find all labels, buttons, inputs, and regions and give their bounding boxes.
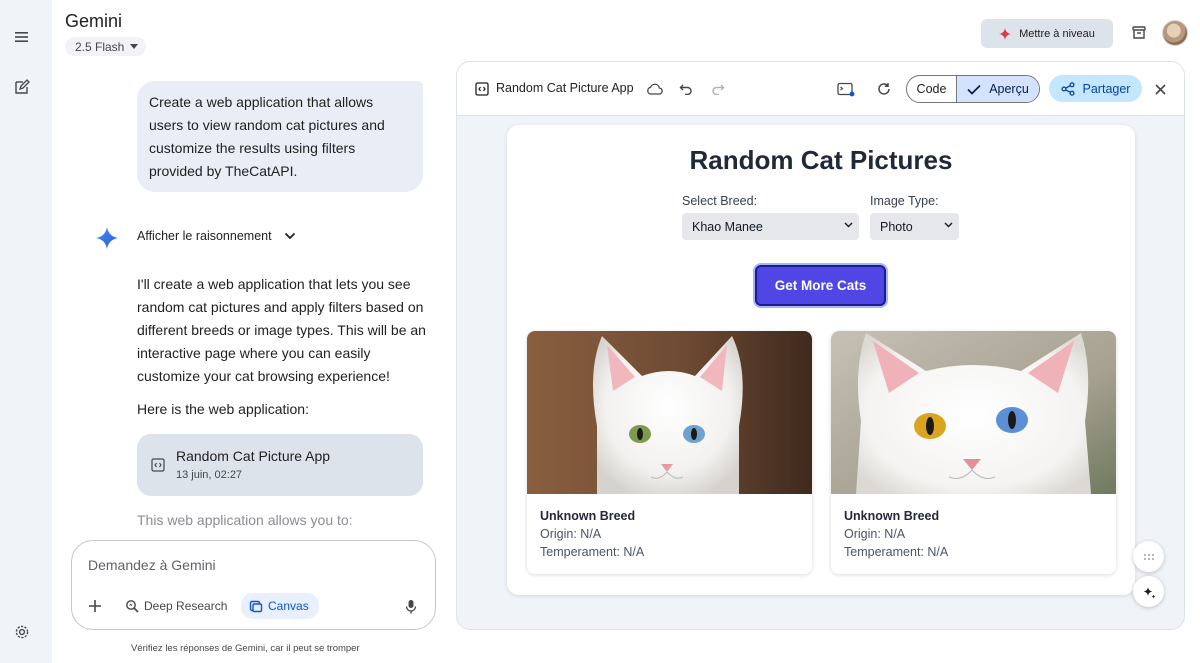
close-icon[interactable]	[1149, 78, 1171, 100]
cat-photo	[831, 331, 1116, 494]
show-reasoning-toggle[interactable]: Afficher le raisonnement	[137, 229, 296, 243]
canvas-toolbar: Random Cat Picture App Code Aperçu Parta…	[457, 62, 1184, 116]
settings-gear-icon[interactable]	[10, 620, 34, 644]
chevron-down-icon	[284, 232, 295, 240]
breed-select[interactable]: Khao Manee	[682, 213, 859, 240]
chevron-down-icon	[944, 222, 953, 228]
canvas-card-timestamp: 13 juin, 02:27	[176, 469, 243, 481]
code-file-icon	[151, 458, 165, 472]
faded-answer-text: This web application allows you to:	[137, 512, 353, 528]
assistant-answer-intro: Here is the web application:	[137, 401, 309, 417]
cat-temperament: Temperament: N/A	[844, 545, 949, 559]
console-icon[interactable]	[835, 78, 857, 100]
drag-handle-icon[interactable]	[1133, 541, 1164, 572]
assistant-answer: I'll create a web application that lets …	[137, 276, 426, 384]
breed-select-value: Khao Manee	[692, 219, 763, 234]
share-icon	[1060, 81, 1075, 96]
cloud-sync-icon[interactable]	[643, 78, 665, 100]
canvas-label: Canvas	[268, 599, 309, 613]
check-icon	[967, 84, 981, 95]
cat-breed-name: Unknown Breed	[540, 509, 636, 523]
app-title: Gemini	[65, 11, 123, 31]
cat-card[interactable]: Unknown Breed Origin: N/A Temperament: N…	[831, 331, 1116, 574]
new-chat-edit-icon[interactable]	[10, 75, 34, 99]
gemini-sparkle-icon	[96, 227, 118, 249]
disclaimer: Vérifiez les réponses de Gemini, car il …	[131, 643, 360, 654]
cat-breed-name: Unknown Breed	[844, 509, 940, 523]
canvas-panel: Random Cat Picture App Code Aperçu Parta…	[456, 61, 1185, 630]
redo-icon[interactable]	[707, 78, 729, 100]
get-more-cats-button[interactable]: Get More Cats	[755, 265, 886, 306]
cat-card[interactable]: Unknown Breed Origin: N/A Temperament: N…	[527, 331, 812, 574]
code-file-icon	[471, 78, 493, 100]
canvas-document-card[interactable]: Random Cat Picture App 13 juin, 02:27	[137, 434, 423, 496]
canvas-title: Random Cat Picture App	[496, 81, 634, 95]
upgrade-button[interactable]: Mettre à niveau	[981, 19, 1113, 48]
chevron-down-icon	[130, 44, 139, 49]
upgrade-label: Mettre à niveau	[1019, 27, 1095, 40]
canvas-card-title: Random Cat Picture App	[176, 448, 331, 464]
chevron-down-icon	[844, 222, 853, 228]
archive-icon[interactable]	[1127, 21, 1151, 45]
share-button[interactable]: Partager	[1049, 75, 1142, 102]
menu-icon[interactable]	[10, 25, 34, 49]
prompt-input[interactable]	[88, 555, 408, 575]
app-preview: Random Cat Pictures Select Breed: Khao M…	[507, 125, 1135, 595]
add-icon[interactable]	[88, 594, 102, 618]
tab-code[interactable]: Code	[907, 76, 956, 102]
share-label: Partager	[1082, 81, 1131, 96]
canvas-toggle-button[interactable]: Canvas	[241, 593, 319, 619]
model-selector[interactable]: 2.5 Flash	[65, 37, 147, 56]
cat-origin: Origin: N/A	[844, 527, 906, 541]
left-rail	[0, 0, 52, 663]
canvas-icon	[249, 600, 263, 613]
refresh-icon[interactable]	[873, 78, 895, 100]
prompt-composer: Deep Research Canvas	[71, 540, 436, 630]
tab-preview[interactable]: Aperçu	[956, 76, 1039, 102]
cat-origin: Origin: N/A	[540, 527, 602, 541]
image-type-select-value: Photo	[880, 219, 913, 234]
model-label: 2.5 Flash	[75, 39, 125, 54]
deep-research-label: Deep Research	[144, 599, 228, 613]
avatar[interactable]	[1162, 20, 1188, 46]
ai-edit-sparkle-icon[interactable]	[1133, 576, 1164, 607]
image-type-label: Image Type:	[870, 194, 939, 208]
breed-label: Select Breed:	[682, 194, 758, 208]
microphone-icon[interactable]	[405, 594, 417, 618]
preview-heading: Random Cat Pictures	[689, 145, 953, 175]
sparkle-icon	[999, 27, 1012, 40]
view-toggle: Code Aperçu	[906, 75, 1040, 103]
deep-research-button[interactable]: Deep Research	[125, 594, 227, 618]
deep-research-icon	[126, 600, 139, 613]
undo-icon[interactable]	[675, 78, 697, 100]
user-message: Create a web application that allows use…	[137, 81, 423, 192]
reasoning-label: Afficher le raisonnement	[137, 229, 272, 243]
cat-temperament: Temperament: N/A	[540, 545, 645, 559]
cat-photo	[527, 331, 812, 494]
image-type-select[interactable]: Photo	[870, 213, 959, 240]
tab-preview-label: Aperçu	[989, 82, 1029, 96]
